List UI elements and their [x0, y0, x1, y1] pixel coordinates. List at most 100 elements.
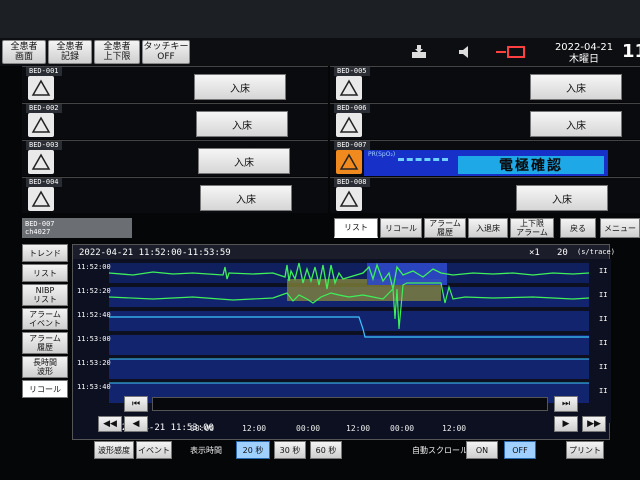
step-back-button[interactable]: ◀	[124, 416, 148, 432]
selected-bed-name: BED-007	[25, 220, 55, 228]
electrode-check-alert: 電極確認	[458, 156, 604, 174]
nav-nibp-list[interactable]: NIBP リスト	[22, 284, 68, 306]
lead-marker: II	[599, 363, 607, 371]
timeline-tick: 00:00	[190, 424, 215, 433]
header-bar: 全患者 画面 全患者 記録 全患者 上下限 タッチキー OFF 2022-04-…	[0, 38, 640, 66]
display-time-30s-button[interactable]: 30 秒	[274, 441, 306, 459]
bed-tile-alarm[interactable]: BED-007 PR(SpO₂) 電極確認	[330, 140, 640, 176]
bed-name: BED-002	[26, 104, 62, 113]
bed-name: BED-001	[26, 67, 62, 76]
bed-status-icon[interactable]	[336, 187, 362, 211]
tab-admission[interactable]: 入退床	[468, 218, 508, 238]
bed-parameter-panel[interactable]: PR(SpO₂) 電極確認	[364, 150, 608, 176]
bed-name: BED-008	[334, 178, 370, 187]
nav-trend[interactable]: トレンド	[22, 244, 68, 262]
timeline-tick: 12:00	[242, 424, 267, 433]
bed-name: BED-005	[334, 67, 370, 76]
bed-tile[interactable]: BED-001 入床	[22, 66, 328, 102]
tab-recall[interactable]: リコール	[380, 218, 422, 238]
row-time-label: 11:52:40	[77, 311, 111, 319]
timeline-tick: 00:00	[296, 424, 321, 433]
step-forward-button[interactable]: ▶	[554, 416, 578, 432]
admit-button[interactable]: 入床	[196, 111, 288, 137]
nav-list[interactable]: リスト	[22, 264, 68, 282]
row-time-label: 11:53:20	[77, 359, 111, 367]
date-text: 2022-04-21	[554, 42, 614, 53]
tab-limit-alarm[interactable]: 上下限 アラーム	[510, 218, 554, 238]
selected-bed-info: BED-007 ch4027	[22, 218, 132, 238]
row-time-label: 11:52:00	[77, 263, 111, 271]
print-button[interactable]: プリント	[566, 441, 604, 459]
alarm-status-icon[interactable]	[336, 150, 362, 174]
waveform-sensitivity-button[interactable]: 波形感度	[94, 441, 134, 459]
event-button[interactable]: イベント	[136, 441, 172, 459]
nav-recall[interactable]: リコール	[22, 380, 68, 398]
rewind-start-icon[interactable]: ⏮	[124, 396, 148, 412]
timeline-tick: 12:00	[346, 424, 371, 433]
bed-status-icon[interactable]	[336, 76, 362, 100]
selected-bed-channel: ch4027	[25, 228, 51, 236]
display-time-label: 表示時間	[190, 446, 222, 455]
touch-key-off-button[interactable]: タッチキー OFF	[142, 40, 190, 64]
detail-tab-strip: BED-007 ch4027 リスト リコール アラーム 履歴 入退床 上下限 …	[22, 218, 640, 240]
bed-tile[interactable]: BED-006 入床	[330, 103, 640, 139]
admit-button[interactable]: 入床	[194, 74, 286, 100]
recall-speed-value: 20	[557, 248, 568, 258]
bed-tile[interactable]: BED-005 入床	[330, 66, 640, 102]
recall-speed-unit: (s/trace)	[577, 248, 615, 256]
lead-marker: II	[599, 267, 607, 275]
print-icon[interactable]	[410, 44, 428, 60]
skip-end-icon[interactable]: ⏭	[554, 396, 578, 412]
fast-back-button[interactable]: ◀◀	[98, 416, 122, 432]
monitor-screen: 全患者 画面 全患者 記録 全患者 上下限 タッチキー OFF 2022-04-…	[0, 38, 640, 480]
nav-alarm-history[interactable]: アラーム 履歴	[22, 332, 68, 354]
lead-marker: II	[599, 291, 607, 299]
parameter-value-dashes	[398, 158, 448, 162]
timeline-scrubber[interactable]: ⏮ ⏭ ◀◀ ◀ ▶ ▶▶ 00:00 12:00 00:00 12:00 00…	[90, 394, 610, 446]
row-time-label: 11:53:40	[77, 383, 111, 391]
recall-control-bar: 波形感度 イベント 表示時間 20 秒 30 秒 60 秒 自動スクロール ON…	[90, 440, 610, 462]
bed-tile[interactable]: BED-002 入床	[22, 103, 328, 139]
bed-tile[interactable]: BED-004 入床	[22, 177, 328, 213]
all-patients-screen-button[interactable]: 全患者 画面	[2, 40, 46, 64]
tab-list[interactable]: リスト	[334, 218, 378, 238]
speaker-mute-icon[interactable]	[458, 45, 472, 59]
admit-button[interactable]: 入床	[516, 185, 608, 211]
bed-name: BED-003	[26, 141, 62, 150]
menu-button[interactable]: メニュー	[600, 218, 640, 238]
bed-status-icon[interactable]	[28, 113, 54, 137]
admit-button[interactable]: 入床	[530, 111, 622, 137]
fast-forward-button[interactable]: ▶▶	[582, 416, 606, 432]
admit-button[interactable]: 入床	[530, 74, 622, 100]
timeline-tick: 12:00	[442, 424, 467, 433]
admit-button[interactable]: 入床	[200, 185, 292, 211]
bed-status-icon[interactable]	[28, 76, 54, 100]
autoscroll-on-button[interactable]: ON	[466, 441, 498, 459]
bed-status-icon[interactable]	[336, 113, 362, 137]
display-time-20s-button[interactable]: 20 秒	[236, 441, 270, 459]
bed-name: BED-006	[334, 104, 370, 113]
nav-alarm-event[interactable]: アラーム イベント	[22, 308, 68, 330]
display-time-60s-button[interactable]: 60 秒	[310, 441, 342, 459]
bed-status-icon[interactable]	[28, 150, 54, 174]
bed-name: BED-004	[26, 178, 62, 187]
admit-button[interactable]: 入床	[198, 148, 290, 174]
all-patients-limits-button[interactable]: 全患者 上下限	[94, 40, 140, 64]
row-time-label: 11:53:00	[77, 335, 111, 343]
parameter-label: PR(SpO₂)	[368, 151, 396, 158]
bed-tile[interactable]: BED-003 入床	[22, 140, 328, 176]
back-button[interactable]: 戻る	[560, 218, 596, 238]
timeline-track[interactable]	[152, 397, 548, 411]
bed-tile[interactable]: BED-008 入床	[330, 177, 640, 213]
autoscroll-off-button[interactable]: OFF	[504, 441, 536, 459]
nav-long-waveform[interactable]: 長時間 波形	[22, 356, 68, 378]
bed-status-icon[interactable]	[28, 187, 54, 211]
weekday-text: 木曜日	[569, 54, 599, 65]
bed-overview-grid: BED-001 入床 BED-002 入床 BED-003 入床 BED-004…	[22, 66, 640, 216]
timeline-tick: 00:00	[390, 424, 415, 433]
row-time-label: 11:52:20	[77, 287, 111, 295]
telemetry-icon	[496, 46, 525, 58]
all-patients-record-button[interactable]: 全患者 記録	[48, 40, 92, 64]
tab-alarm-history[interactable]: アラーム 履歴	[424, 218, 466, 238]
review-side-nav: トレンド リスト NIBP リスト アラーム イベント アラーム 履歴 長時間 …	[22, 244, 68, 398]
